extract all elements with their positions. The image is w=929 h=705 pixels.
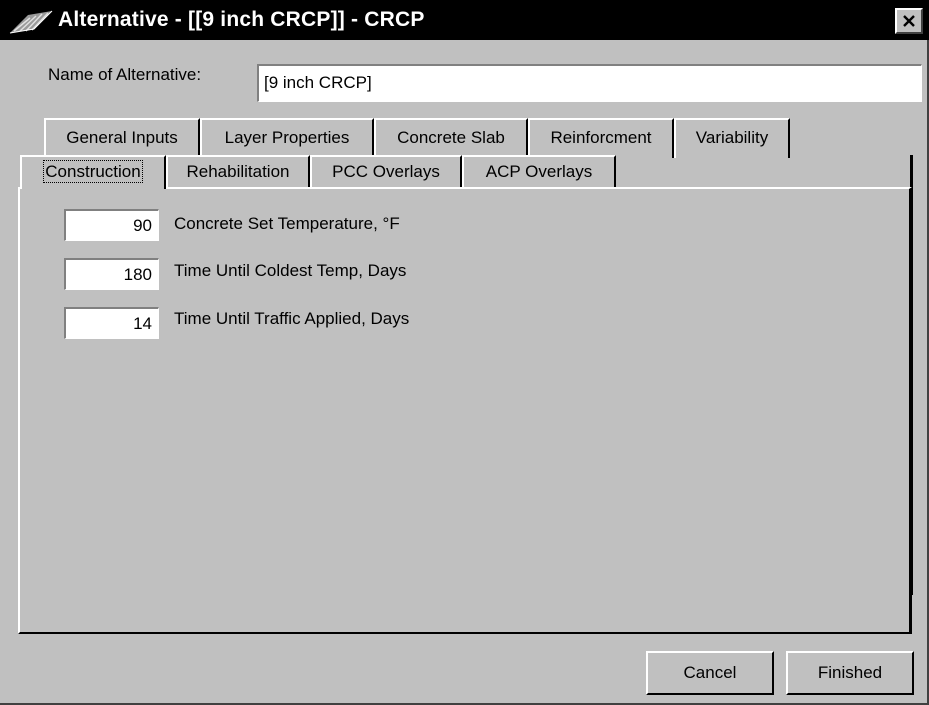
title-bar[interactable]: Alternative - [[9 inch CRCP]] - CRCP bbox=[0, 0, 929, 40]
tab-layer-properties[interactable]: Layer Properties bbox=[200, 118, 374, 158]
name-of-alternative-label: Name of Alternative: bbox=[48, 65, 202, 84]
tab-rehabilitation[interactable]: Rehabilitation bbox=[166, 155, 310, 189]
close-icon bbox=[903, 15, 915, 27]
tab-label: Variability bbox=[695, 128, 769, 147]
construction-panel: 90 Concrete Set Temperature, °F 180 Time… bbox=[18, 187, 912, 634]
tab-label: PCC Overlays bbox=[332, 162, 440, 181]
window-title: Alternative - [[9 inch CRCP]] - CRCP bbox=[58, 8, 425, 31]
cancel-button[interactable]: Cancel bbox=[646, 651, 774, 695]
tab-label: Rehabilitation bbox=[186, 162, 290, 181]
alternative-dialog: Alternative - [[9 inch CRCP]] - CRCP Nam… bbox=[0, 0, 929, 705]
time-until-traffic-applied-label: Time Until Traffic Applied, Days bbox=[174, 309, 410, 328]
tab-label: Layer Properties bbox=[224, 128, 350, 147]
finished-button[interactable]: Finished bbox=[786, 651, 914, 695]
app-icon bbox=[8, 9, 54, 35]
tab-acp-overlays[interactable]: ACP Overlays bbox=[462, 155, 616, 189]
concrete-set-temperature-label: Concrete Set Temperature, °F bbox=[174, 214, 400, 233]
tab-label: ACP Overlays bbox=[485, 162, 593, 181]
tab-concrete-slab[interactable]: Concrete Slab bbox=[374, 118, 528, 158]
tab-label: General Inputs bbox=[66, 128, 178, 147]
concrete-set-temperature-input[interactable]: 90 bbox=[64, 209, 159, 241]
time-until-traffic-applied-input[interactable]: 14 bbox=[64, 307, 159, 339]
tab-label: Construction bbox=[43, 160, 143, 183]
tab-variability[interactable]: Variability bbox=[674, 118, 790, 158]
tab-label: Reinforcment bbox=[550, 128, 652, 147]
time-until-coldest-temp-input[interactable]: 180 bbox=[64, 258, 159, 290]
close-button[interactable] bbox=[895, 8, 923, 34]
time-until-coldest-temp-label: Time Until Coldest Temp, Days bbox=[174, 261, 407, 280]
name-of-alternative-input[interactable]: [9 inch CRCP] bbox=[257, 64, 922, 102]
tab-construction[interactable]: Construction bbox=[20, 155, 166, 189]
tab-label: Concrete Slab bbox=[397, 128, 505, 147]
tab-pcc-overlays[interactable]: PCC Overlays bbox=[310, 155, 462, 189]
tab-reinforcment[interactable]: Reinforcment bbox=[528, 118, 674, 158]
tab-general-inputs[interactable]: General Inputs bbox=[44, 118, 200, 158]
